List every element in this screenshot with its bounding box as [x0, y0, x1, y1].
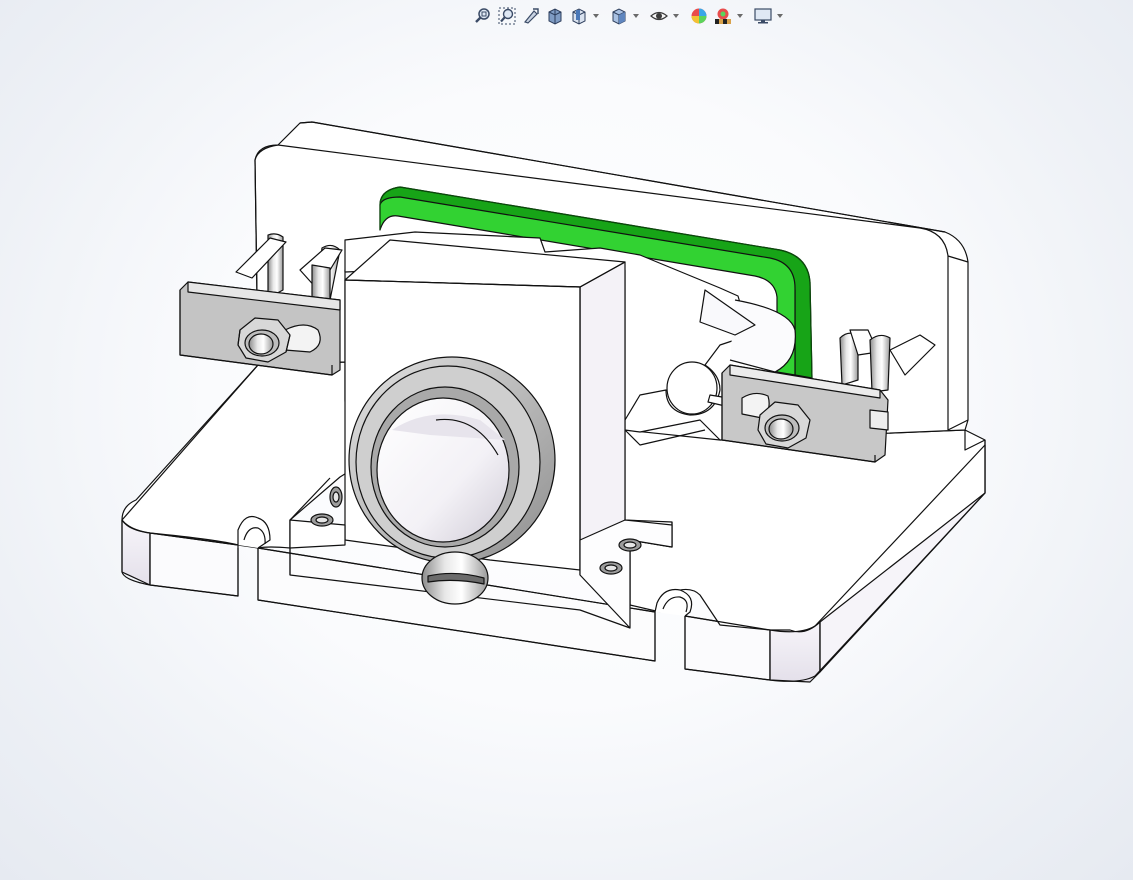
bearing-bushing[interactable]	[348, 356, 556, 564]
flange-screw-2-icon	[329, 486, 343, 508]
set-screw-icon[interactable]	[421, 551, 489, 605]
flange-screw-4-icon	[599, 561, 623, 575]
graphics-area[interactable]	[0, 0, 1133, 880]
flange-screw-3-icon	[618, 538, 642, 552]
cad-assembly-model[interactable]	[0, 0, 1133, 880]
flange-screw-1-icon	[310, 513, 334, 527]
